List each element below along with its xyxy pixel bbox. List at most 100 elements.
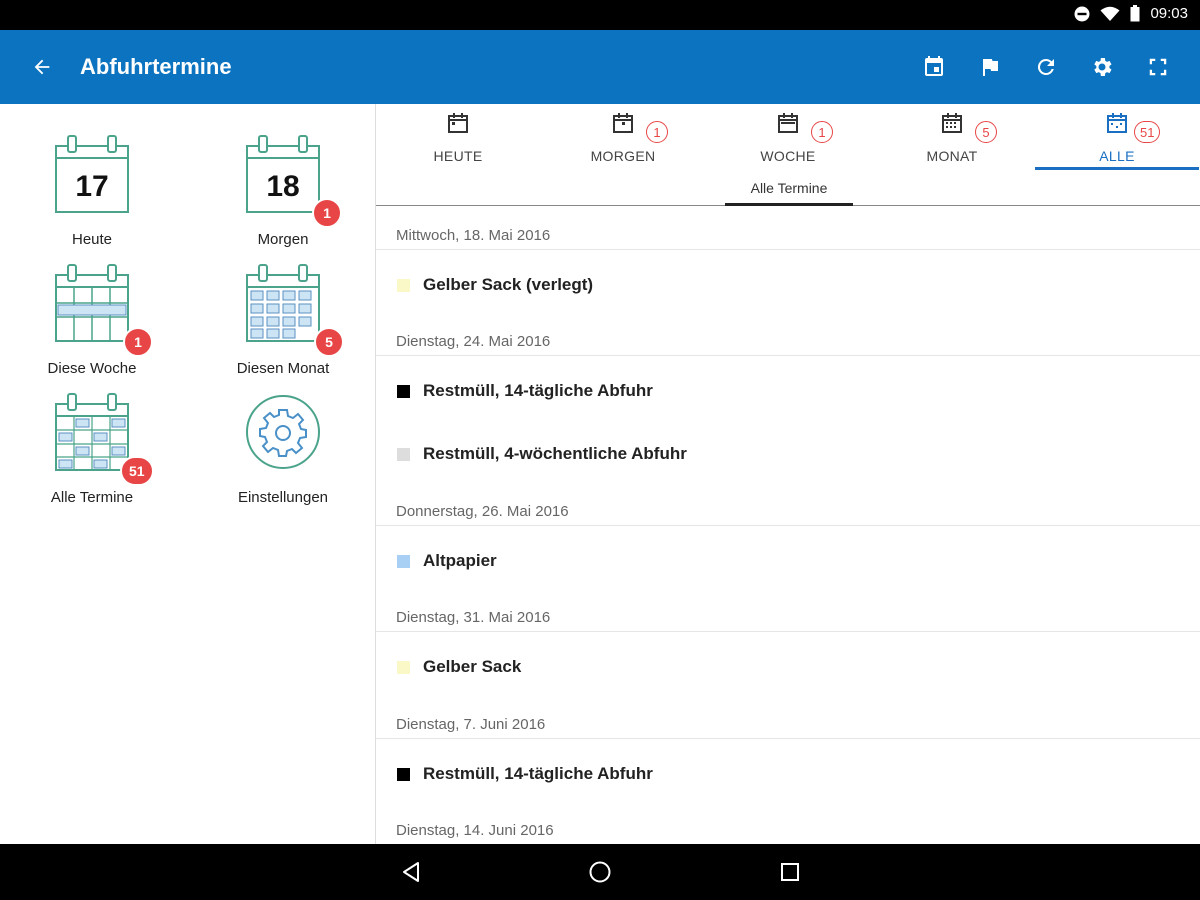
- battery-icon: [1130, 5, 1140, 22]
- date-header-text: Dienstag, 14. Juni 2016: [396, 822, 554, 839]
- tile-morgen-day: 18: [266, 170, 299, 203]
- date-header-text: Dienstag, 31. Mai 2016: [396, 609, 551, 626]
- tab-monat-label: MONAT: [926, 148, 978, 164]
- tab-alle-label: ALLE: [1099, 148, 1135, 164]
- tile-einstellungen[interactable]: Einstellungen: [198, 362, 368, 506]
- calendar-icon: [613, 113, 633, 133]
- tile-diese-woche[interactable]: 1 Diese Woche: [7, 233, 177, 377]
- tile-woche-badge: 1: [123, 327, 153, 357]
- tab-monat[interactable]: 5 MONAT: [870, 104, 1034, 170]
- tile-morgen[interactable]: 18 1 Morgen: [198, 104, 368, 248]
- tab-heute[interactable]: HEUTE: [376, 104, 540, 170]
- date-header: Dienstag, 24. Mai 2016: [376, 312, 1200, 356]
- circle-home-icon: [589, 861, 611, 883]
- quick-access-panel: 17 Heute 18 1 Morgen 1 Diese Woche 5 Die…: [0, 104, 376, 844]
- calendar-icon: [448, 113, 468, 133]
- list-item-text: Altpapier: [423, 551, 497, 570]
- tab-alle[interactable]: 51 ALLE: [1035, 104, 1199, 170]
- navigation-bar: [0, 844, 1200, 900]
- date-header-text: Dienstag, 24. Mai 2016: [396, 333, 551, 350]
- filter-tabs: HEUTE 1 MORGEN 1 WOCHE 5 MONAT 51 ALLE: [376, 104, 1200, 170]
- flag-button[interactable]: [962, 47, 1018, 87]
- gear-icon: [246, 395, 320, 469]
- subtab-alle-termine[interactable]: Alle Termine: [725, 180, 853, 206]
- list-item-text: Restmüll, 14-tägliche Abfuhr: [423, 381, 653, 400]
- appointments-panel: HEUTE 1 MORGEN 1 WOCHE 5 MONAT 51 ALLE A…: [376, 104, 1200, 844]
- date-header: Mittwoch, 18. Mai 2016: [376, 206, 1200, 250]
- tab-morgen-label: MORGEN: [590, 148, 656, 164]
- calendar-today-icon: [925, 56, 943, 76]
- tab-woche-count: 1: [811, 121, 833, 143]
- list-item[interactable]: Gelber Sack: [376, 646, 1200, 690]
- list-item-text: Gelber Sack (verlegt): [423, 275, 594, 294]
- date-header: Dienstag, 14. Juni 2016: [376, 801, 1200, 844]
- tab-woche-label: WOCHE: [760, 148, 816, 164]
- subtab-row: Alle Termine: [376, 170, 1200, 206]
- dnd-icon: [1074, 6, 1090, 21]
- square-recents-icon: [781, 863, 799, 881]
- back-nav-button[interactable]: [396, 857, 426, 887]
- tile-heute-day: 17: [75, 170, 108, 203]
- app-bar: Abfuhrtermine: [0, 30, 1200, 104]
- back-button[interactable]: [22, 47, 62, 87]
- calendar-month-icon: [942, 113, 962, 133]
- triangle-back-icon: [403, 862, 419, 882]
- date-header-text: Mittwoch, 18. Mai 2016: [396, 227, 551, 244]
- arrow-left-icon: [34, 59, 50, 75]
- calendar-all-icon: [1107, 113, 1127, 133]
- settings-button[interactable]: [1074, 47, 1130, 87]
- date-header: Donnerstag, 26. Mai 2016: [376, 482, 1200, 526]
- color-marker: [397, 385, 410, 398]
- refresh-button[interactable]: [1018, 47, 1074, 87]
- recents-nav-button[interactable]: [775, 857, 805, 887]
- calendar-day-icon: 18: [246, 135, 320, 213]
- tile-diesen-monat[interactable]: 5 Diesen Monat: [198, 233, 368, 377]
- color-marker: [397, 555, 410, 568]
- color-marker: [397, 661, 410, 674]
- tab-monat-count: 5: [975, 121, 997, 143]
- list-item-text: Gelber Sack: [423, 657, 522, 676]
- color-marker: [397, 448, 410, 461]
- tab-morgen[interactable]: 1 MORGEN: [541, 104, 705, 170]
- tile-alle-badge: 51: [120, 456, 154, 486]
- calendar-week-icon: [55, 264, 129, 342]
- date-header-text: Dienstag, 7. Juni 2016: [396, 716, 546, 733]
- calendar-all-icon: [55, 393, 129, 471]
- tile-heute[interactable]: 17 Heute: [7, 104, 177, 248]
- page-title: Abfuhrtermine: [80, 54, 232, 79]
- wifi-icon: [1100, 6, 1120, 21]
- tile-monat-badge: 5: [314, 327, 344, 357]
- tile-einstellungen-label: Einstellungen: [237, 489, 329, 506]
- date-header-text: Donnerstag, 26. Mai 2016: [396, 503, 569, 520]
- calendar-month-icon: [246, 264, 320, 342]
- settings-icon: [1094, 58, 1112, 76]
- tile-alle-termine[interactable]: 51 Alle Termine: [7, 362, 177, 506]
- fullscreen-icon: [1149, 58, 1167, 76]
- appointment-list[interactable]: Mittwoch, 18. Mai 2016 Gelber Sack (verl…: [376, 206, 1200, 844]
- refresh-icon: [1037, 58, 1054, 75]
- tile-alle-label: Alle Termine: [50, 489, 134, 506]
- flag-icon: [983, 59, 998, 76]
- list-item[interactable]: Gelber Sack (verlegt): [376, 264, 1200, 308]
- today-button[interactable]: [906, 47, 962, 87]
- tab-alle-count: 51: [1134, 121, 1161, 143]
- tab-woche[interactable]: 1 WOCHE: [706, 104, 870, 170]
- color-marker: [397, 279, 410, 292]
- home-nav-button[interactable]: [585, 857, 615, 887]
- tile-morgen-badge: 1: [312, 198, 342, 228]
- calendar-day-icon: 17: [55, 135, 129, 213]
- status-bar: 09:03: [0, 0, 1200, 30]
- status-time: 09:03: [1150, 5, 1188, 22]
- tab-morgen-count: 1: [646, 121, 668, 143]
- fullscreen-button[interactable]: [1130, 47, 1186, 87]
- list-item[interactable]: Restmüll, 14-tägliche Abfuhr: [376, 753, 1200, 797]
- list-item[interactable]: Restmüll, 4-wöchentliche Abfuhr: [376, 433, 1200, 477]
- list-item[interactable]: Restmüll, 14-tägliche Abfuhr: [376, 370, 1200, 414]
- date-header: Dienstag, 31. Mai 2016: [376, 588, 1200, 632]
- date-header: Dienstag, 7. Juni 2016: [376, 695, 1200, 739]
- list-item-text: Restmüll, 4-wöchentliche Abfuhr: [423, 444, 687, 463]
- tab-heute-label: HEUTE: [433, 148, 483, 164]
- list-item-text: Restmüll, 14-tägliche Abfuhr: [423, 764, 653, 783]
- list-item[interactable]: Altpapier: [376, 540, 1200, 584]
- calendar-week-icon: [778, 113, 798, 133]
